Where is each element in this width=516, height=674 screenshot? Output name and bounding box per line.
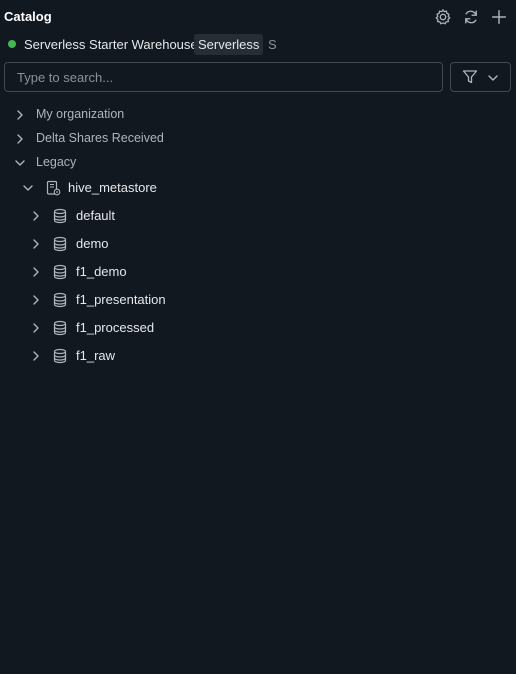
database-icon [52, 292, 68, 308]
tree-label: f1_demo [76, 264, 127, 279]
tree-label: demo [76, 236, 109, 251]
warehouse-name[interactable]: Serverless Starter Warehouse [24, 37, 198, 52]
tree-label: f1_processed [76, 320, 155, 335]
chevron-down-icon[interactable] [22, 182, 34, 194]
tree-item-schema[interactable]: f1_presentation [0, 288, 516, 312]
tree-section-delta-shares[interactable]: Delta Shares Received [0, 127, 516, 151]
warehouse-selector[interactable]: Serverless Starter Warehouse Serverless … [0, 34, 516, 56]
refresh-icon[interactable] [461, 7, 481, 27]
chevron-right-icon[interactable] [30, 210, 42, 222]
gear-icon[interactable] [433, 7, 453, 27]
tree-label: Delta Shares Received [36, 131, 164, 145]
tree-label: default [76, 208, 116, 223]
tree-label: My organization [36, 107, 125, 121]
filter-button[interactable] [450, 62, 511, 92]
tree-section-my-organization[interactable]: My organization [0, 103, 516, 127]
tree-label: Legacy [36, 155, 77, 169]
plus-icon[interactable] [489, 7, 509, 27]
chevron-right-icon[interactable] [30, 266, 42, 278]
chevron-right-icon[interactable] [14, 109, 26, 121]
database-icon [52, 320, 68, 336]
tree-item-schema[interactable]: default [0, 204, 516, 228]
search-box[interactable] [4, 62, 443, 92]
warehouse-type-badge: Serverless [194, 34, 264, 55]
warehouse-size-label: S [268, 37, 277, 52]
panel-title: Catalog [4, 9, 52, 24]
tree-item-schema[interactable]: f1_demo [0, 260, 516, 284]
database-icon [52, 348, 68, 364]
status-indicator [8, 40, 16, 48]
tree-label: f1_raw [76, 348, 116, 363]
tree-label: f1_presentation [76, 292, 166, 307]
filter-icon [462, 70, 478, 84]
metastore-icon [46, 180, 61, 196]
tree-item-schema[interactable]: f1_raw [0, 344, 516, 368]
tree-item-schema[interactable]: f1_processed [0, 316, 516, 340]
chevron-right-icon[interactable] [30, 238, 42, 250]
chevron-right-icon[interactable] [30, 350, 42, 362]
chevron-down-icon[interactable] [14, 157, 26, 169]
tree-item-hive-metastore[interactable]: hive_metastore [0, 176, 516, 200]
catalog-header: Catalog [0, 0, 516, 36]
database-icon [52, 236, 68, 252]
database-icon [52, 264, 68, 280]
tree-label: hive_metastore [68, 180, 157, 195]
chevron-right-icon[interactable] [14, 133, 26, 145]
chevron-right-icon[interactable] [30, 294, 42, 306]
search-input[interactable] [5, 63, 442, 91]
chevron-right-icon[interactable] [30, 322, 42, 334]
database-icon [52, 208, 68, 224]
tree-section-legacy[interactable]: Legacy [0, 151, 516, 175]
chevron-down-icon [487, 72, 499, 84]
tree-item-schema[interactable]: demo [0, 232, 516, 256]
